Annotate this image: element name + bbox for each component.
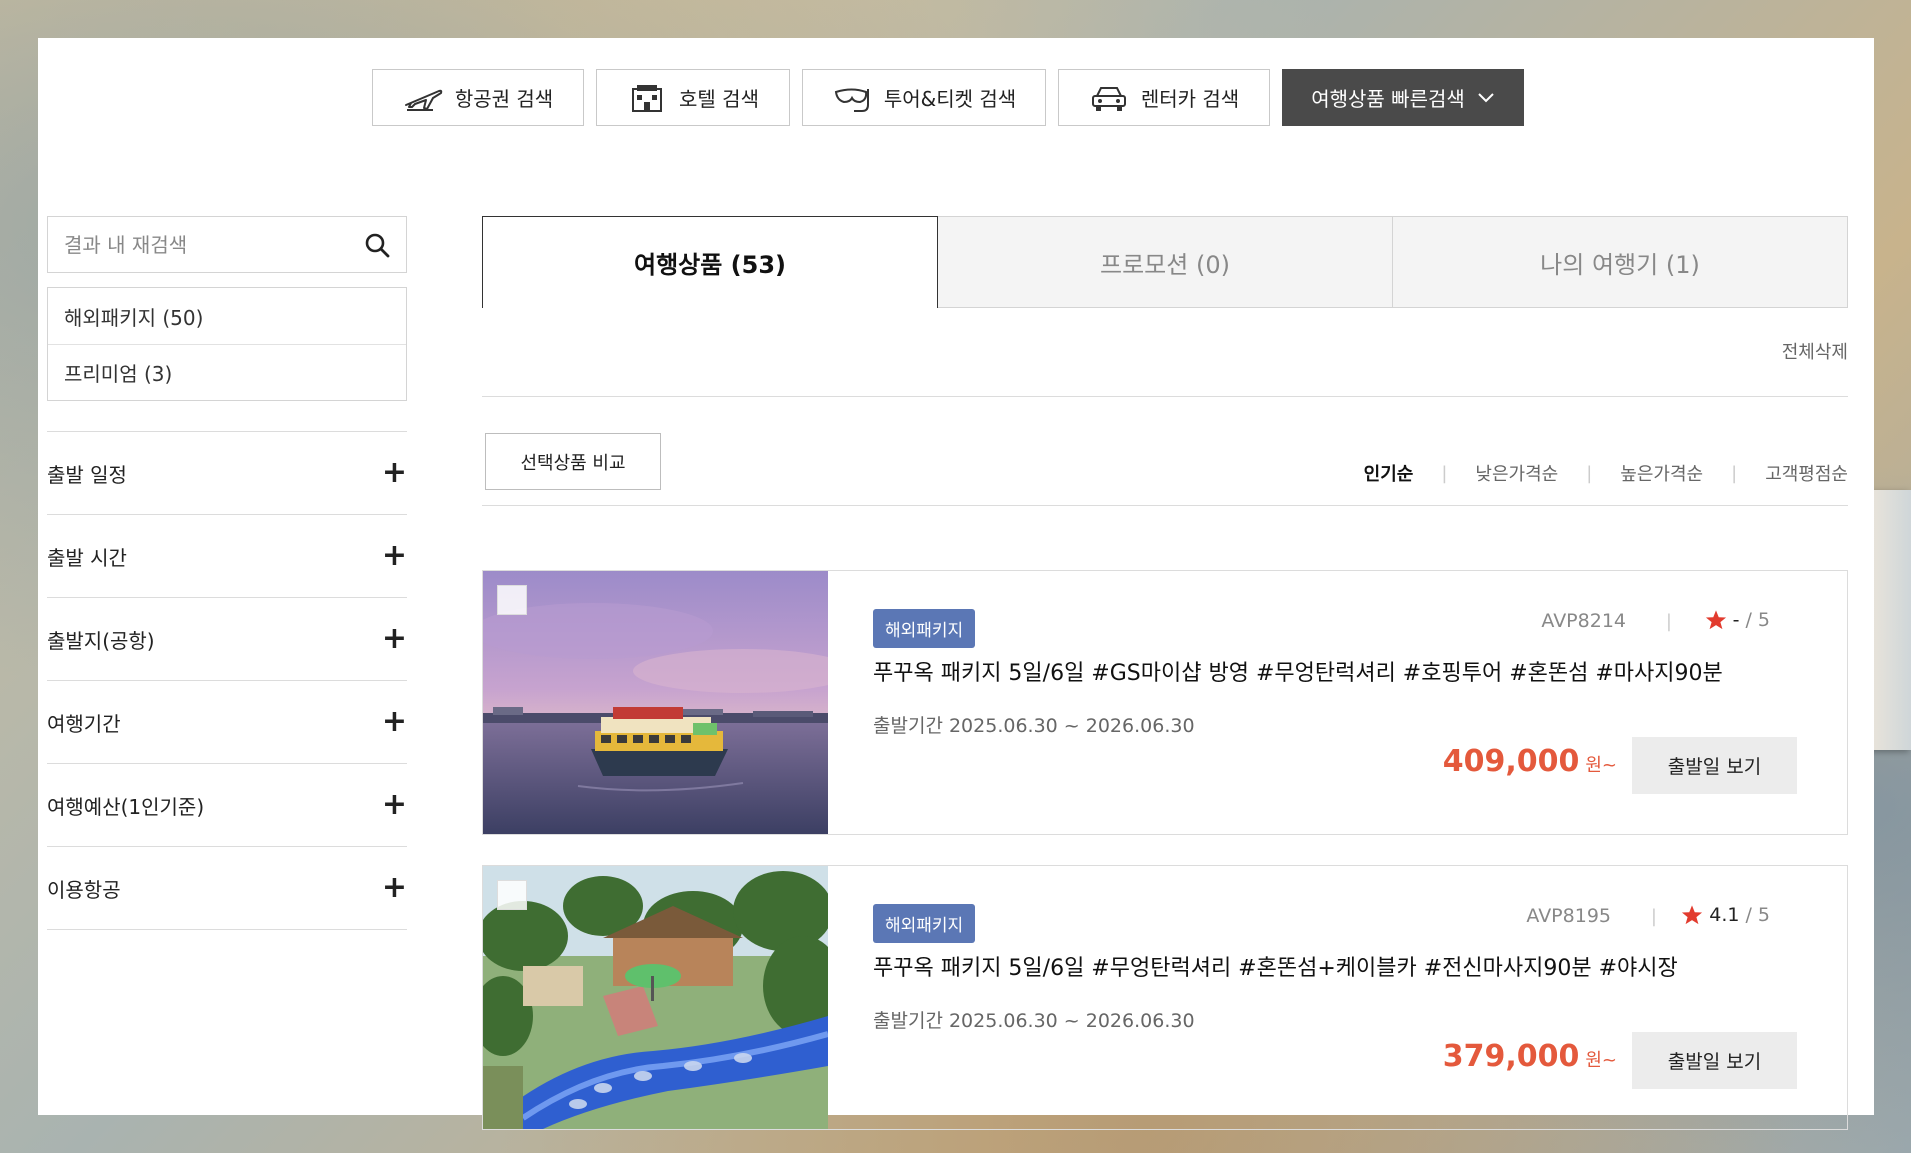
price-unit: 원~ bbox=[1585, 755, 1617, 776]
product-price: 409,000 원~ bbox=[1443, 744, 1617, 779]
sort-price-low[interactable]: 낮은가격순 bbox=[1475, 460, 1558, 486]
result-tabs: 여행상품 (53) 프로모션 (0) 나의 여행기 (1) bbox=[482, 216, 1848, 308]
product-title[interactable]: 푸꾸옥 패키지 5일/6일 #무엉탄럭셔리 #혼똔섬+케이블카 #전신마사지90… bbox=[873, 950, 1678, 982]
search-results-panel: 항공권 검색 호텔 검색 투어&티켓 검색 렌터카 검색 여행상품 빠른검색 결… bbox=[38, 38, 1874, 1130]
plus-icon: + bbox=[381, 621, 407, 656]
compare-checkbox[interactable] bbox=[497, 585, 527, 615]
search-icon[interactable] bbox=[364, 232, 390, 258]
sort-popular[interactable]: 인기순 bbox=[1364, 460, 1414, 486]
price-value: 409,000 bbox=[1442, 744, 1580, 779]
view-departure-dates-button[interactable]: 출발일 보기 bbox=[1632, 737, 1797, 794]
rating-max: / 5 bbox=[1745, 904, 1770, 926]
tour-ticket-search-label: 투어&티켓 검색 bbox=[883, 87, 1017, 111]
plus-icon: + bbox=[381, 538, 407, 573]
plus-icon: + bbox=[381, 870, 407, 905]
tab-travel-products[interactable]: 여행상품 (53) bbox=[482, 216, 938, 308]
rating-max: / 5 bbox=[1745, 609, 1770, 631]
filter-departure-time[interactable]: 출발 시간 + bbox=[47, 515, 407, 598]
filter-label: 여행예산(1인기준) bbox=[47, 794, 205, 819]
filter-accordion: 출발 일정 + 출발 시간 + 출발지(공항) + 여행기간 + 여행예산(1인… bbox=[47, 431, 407, 930]
product-info: 해외패키지 AVP8214 | - / 5 푸꾸옥 패키지 5일/6일 #GS마… bbox=[828, 571, 1847, 834]
plus-icon: + bbox=[381, 704, 407, 739]
filter-label: 이용항공 bbox=[47, 877, 121, 902]
delete-all-link[interactable]: 전체삭제 bbox=[1782, 338, 1848, 364]
departure-period: 출발기간 2025.06.30 ~ 2026.06.30 bbox=[873, 715, 1195, 737]
rating: 4.1 / 5 bbox=[1681, 904, 1770, 926]
flight-search-label: 항공권 검색 bbox=[454, 87, 554, 111]
flight-search-button[interactable]: 항공권 검색 bbox=[372, 69, 584, 126]
category-overseas-package[interactable]: 해외패키지 (50) bbox=[48, 288, 406, 344]
refine-search-box bbox=[47, 216, 407, 273]
filter-departure-schedule[interactable]: 출발 일정 + bbox=[47, 432, 407, 515]
hotel-search-label: 호텔 검색 bbox=[679, 87, 759, 111]
product-image[interactable] bbox=[483, 866, 828, 1129]
sort-separator: | bbox=[1441, 462, 1448, 484]
snorkel-mask-icon bbox=[834, 88, 869, 112]
sort-options: 인기순 | 낮은가격순 | 높은가격순 | 고객평점순 bbox=[1364, 460, 1848, 486]
results-main: 여행상품 (53) 프로모션 (0) 나의 여행기 (1) 전체삭제 선택상품 … bbox=[482, 216, 1848, 1130]
car-icon bbox=[1091, 86, 1126, 111]
tab-my-travelogue[interactable]: 나의 여행기 (1) bbox=[1393, 216, 1848, 308]
compare-checkbox[interactable] bbox=[497, 880, 527, 910]
filter-trip-length[interactable]: 여행기간 + bbox=[47, 681, 407, 764]
filter-departure-airport[interactable]: 출발지(공항) + bbox=[47, 598, 407, 681]
chevron-down-icon bbox=[1478, 92, 1494, 102]
product-info: 해외패키지 AVP8195 | 4.1 / 5 푸꾸옥 패키지 5일/6일 #무… bbox=[828, 866, 1847, 1129]
sort-separator: | bbox=[1586, 462, 1593, 484]
airplane-icon bbox=[404, 89, 443, 111]
filter-budget[interactable]: 여행예산(1인기준) + bbox=[47, 764, 407, 847]
price-value: 379,000 bbox=[1442, 1039, 1580, 1074]
filter-label: 출발 시간 bbox=[47, 545, 127, 570]
product-card[interactable]: 해외패키지 AVP8195 | 4.1 / 5 푸꾸옥 패키지 5일/6일 #무… bbox=[482, 865, 1848, 1130]
plus-icon: + bbox=[381, 455, 407, 490]
top-search-nav: 항공권 검색 호텔 검색 투어&티켓 검색 렌터카 검색 여행상품 빠른검색 bbox=[372, 69, 1524, 126]
meta-separator: | bbox=[1650, 906, 1657, 927]
category-premium[interactable]: 프리미엄 (3) bbox=[48, 344, 406, 400]
product-code: AVP8214 bbox=[1541, 610, 1626, 632]
price-unit: 원~ bbox=[1585, 1050, 1617, 1071]
rentcar-search-button[interactable]: 렌터카 검색 bbox=[1058, 69, 1270, 126]
tab-promotions[interactable]: 프로모션 (0) bbox=[938, 216, 1393, 308]
filter-sidebar: 해외패키지 (50) 프리미엄 (3) 출발 일정 + 출발 시간 + 출발지(… bbox=[47, 216, 407, 930]
divider bbox=[482, 505, 1848, 506]
background-photo-edge bbox=[1871, 490, 1911, 750]
star-icon bbox=[1705, 610, 1726, 630]
product-card[interactable]: 해외패키지 AVP8214 | - / 5 푸꾸옥 패키지 5일/6일 #GS마… bbox=[482, 570, 1848, 835]
category-list: 해외패키지 (50) 프리미엄 (3) bbox=[47, 287, 407, 401]
departure-period: 출발기간 2025.06.30 ~ 2026.06.30 bbox=[873, 1010, 1195, 1032]
category-badge: 해외패키지 bbox=[873, 904, 976, 943]
sort-rating[interactable]: 고객평점순 bbox=[1765, 460, 1848, 486]
view-departure-dates-button[interactable]: 출발일 보기 bbox=[1632, 1032, 1797, 1089]
rating-score: 4.1 bbox=[1709, 904, 1740, 926]
plus-icon: + bbox=[381, 787, 407, 822]
filter-label: 출발지(공항) bbox=[47, 628, 155, 653]
compare-selected-button[interactable]: 선택상품 비교 bbox=[485, 433, 661, 490]
product-code: AVP8195 bbox=[1526, 905, 1611, 927]
hotel-icon bbox=[632, 84, 663, 112]
meta-separator: | bbox=[1665, 611, 1672, 632]
rentcar-search-label: 렌터카 검색 bbox=[1140, 87, 1240, 111]
quick-search-dropdown[interactable]: 여행상품 빠른검색 bbox=[1282, 69, 1524, 126]
sort-separator: | bbox=[1731, 462, 1738, 484]
category-badge: 해외패키지 bbox=[873, 609, 976, 648]
rating-score: - bbox=[1732, 609, 1740, 631]
filter-label: 여행기간 bbox=[47, 711, 121, 736]
filter-label: 출발 일정 bbox=[47, 462, 127, 487]
product-image[interactable] bbox=[483, 571, 828, 834]
rating: - / 5 bbox=[1705, 609, 1770, 631]
star-icon bbox=[1682, 905, 1703, 925]
tour-ticket-search-button[interactable]: 투어&티켓 검색 bbox=[802, 69, 1046, 126]
refine-search-input[interactable] bbox=[64, 232, 324, 257]
quick-search-label: 여행상품 빠른검색 bbox=[1311, 87, 1465, 111]
filter-airline[interactable]: 이용항공 + bbox=[47, 847, 407, 930]
product-price: 379,000 원~ bbox=[1443, 1039, 1617, 1074]
product-title[interactable]: 푸꾸옥 패키지 5일/6일 #GS마이샵 방영 #무엉탄럭셔리 #호핑투어 #혼… bbox=[873, 655, 1723, 687]
sort-price-high[interactable]: 높은가격순 bbox=[1620, 460, 1703, 486]
hotel-search-button[interactable]: 호텔 검색 bbox=[596, 69, 790, 126]
divider bbox=[482, 396, 1848, 397]
